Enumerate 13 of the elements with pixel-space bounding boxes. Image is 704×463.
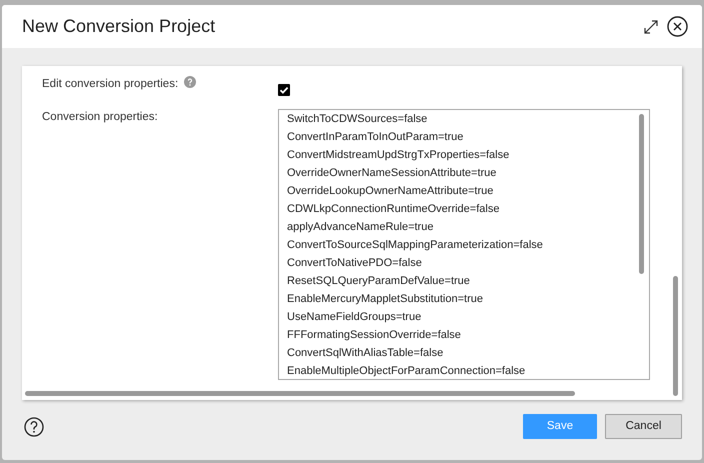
- checkbox[interactable]: [278, 84, 290, 96]
- scrollbar[interactable]: [673, 276, 678, 396]
- expand-icon[interactable]: [643, 18, 659, 34]
- field-label: Edit conversion properties:: [42, 78, 178, 90]
- info-icon[interactable]: [184, 76, 196, 88]
- properties-text-area[interactable]: SwitchToCDWSources=false ConvertInParamToInOutParam=true ConvertMidstreamUpdStrgTxProperties=false OverrideOwnerNameSessionAttribute=true OverrideLookupOwnerNameAttribute=true CDWLkpConnectionRuntimeOverride=false applyAdvanceNameRule=true ConvertToSourceSqlMappingParameterization=false ConvertToNativePDO=false ResetSQLQueryParamDefValue=true EnableMercuryMappletSubstitution=true UseNameFieldGroups=true FFFormatingSessionOverride=false ConvertSqlWithAliasTable=false EnableMultipleObjectForParamConnection=false: [278, 109, 650, 380]
- field-label: Conversion properties:: [42, 111, 158, 123]
- close-icon[interactable]: [667, 16, 688, 37]
- help-icon[interactable]: [24, 416, 44, 436]
- scrollbar[interactable]: [25, 391, 575, 396]
- dialog-title: New Conversion Project: [22, 16, 216, 38]
- cancel-button[interactable]: Cancel: [605, 414, 682, 439]
- scrollbar[interactable]: [639, 114, 644, 274]
